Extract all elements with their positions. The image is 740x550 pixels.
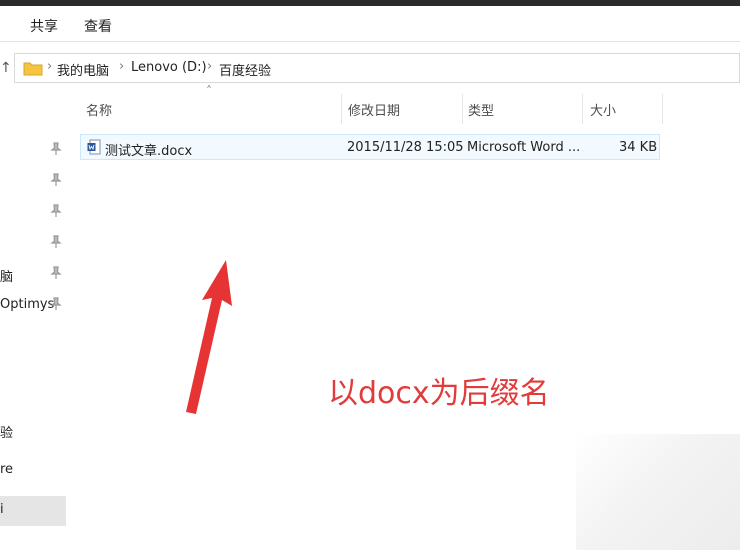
sidebar-item[interactable] xyxy=(0,198,66,228)
sort-ascending-icon: ˄ xyxy=(206,84,212,98)
sidebar-item-label: 验 xyxy=(0,426,14,441)
column-header-modified[interactable]: 修改日期 xyxy=(348,100,400,136)
sidebar-item-selected[interactable]: i xyxy=(0,496,66,526)
table-row[interactable]: 测试文章.docx 2015/11/28 15:05 Microsoft Wor… xyxy=(80,134,660,160)
sidebar-item[interactable] xyxy=(0,229,66,259)
annotation-text: 以docx为后缀名 xyxy=(328,376,550,411)
column-divider[interactable] xyxy=(662,94,663,124)
sidebar-item[interactable] xyxy=(0,167,66,197)
breadcrumb-current-folder[interactable]: 百度经验 xyxy=(219,60,271,79)
breadcrumb-separator[interactable]: › xyxy=(207,59,212,74)
up-arrow-icon[interactable]: ↑ xyxy=(0,60,12,76)
pin-icon xyxy=(50,266,62,279)
file-size: 34 KB xyxy=(619,140,658,155)
column-divider[interactable] xyxy=(462,94,463,124)
column-header-name[interactable]: 名称 xyxy=(86,100,112,136)
sidebar-item-label: re xyxy=(0,462,14,477)
file-modified: 2015/11/28 15:05 xyxy=(347,140,464,155)
ribbon-tabs: 共享 查看 xyxy=(0,6,740,42)
sidebar-item-label: 脑 xyxy=(0,270,14,285)
tab-view[interactable]: 查看 xyxy=(84,16,112,36)
pin-icon xyxy=(50,142,62,155)
column-divider[interactable] xyxy=(582,94,583,124)
breadcrumb-drive[interactable]: Lenovo (D:) xyxy=(131,60,207,75)
pin-icon xyxy=(50,204,62,217)
address-bar[interactable]: › 我的电脑 › Lenovo (D:) › 百度经验 xyxy=(14,53,740,83)
sidebar-item[interactable] xyxy=(0,136,66,166)
pin-icon xyxy=(50,297,62,310)
word-document-icon xyxy=(87,139,101,155)
column-header-type[interactable]: 类型 xyxy=(468,100,494,136)
navigation-pane: 脑 Optimys 验 re i xyxy=(0,90,66,550)
sidebar-item-label: i xyxy=(0,502,4,517)
breadcrumb-separator[interactable]: › xyxy=(119,59,124,74)
folder-icon xyxy=(23,62,43,76)
pin-icon xyxy=(50,173,62,186)
file-name: 测试文章.docx xyxy=(105,144,193,159)
breadcrumb-separator[interactable]: › xyxy=(47,59,52,74)
sidebar-item-optimys[interactable]: Optimys xyxy=(0,291,66,321)
file-type: Microsoft Word ... xyxy=(467,140,581,155)
sidebar-item-this-pc[interactable]: 脑 xyxy=(0,260,66,290)
column-divider[interactable] xyxy=(341,94,342,124)
pin-icon xyxy=(50,235,62,248)
tab-share[interactable]: 共享 xyxy=(30,16,58,36)
sidebar-item-label: Optimys xyxy=(0,297,55,312)
red-arrow-annotation xyxy=(186,260,232,414)
column-header-size[interactable]: 大小 xyxy=(590,100,616,136)
blurred-watermark-area xyxy=(576,434,740,550)
breadcrumb-my-computer[interactable]: 我的电脑 xyxy=(57,60,109,79)
address-row: ↑ › 我的电脑 › Lenovo (D:) › 百度经验 xyxy=(0,42,740,90)
sidebar-item[interactable]: 验 xyxy=(0,416,66,446)
sidebar-item[interactable]: re xyxy=(0,456,66,486)
